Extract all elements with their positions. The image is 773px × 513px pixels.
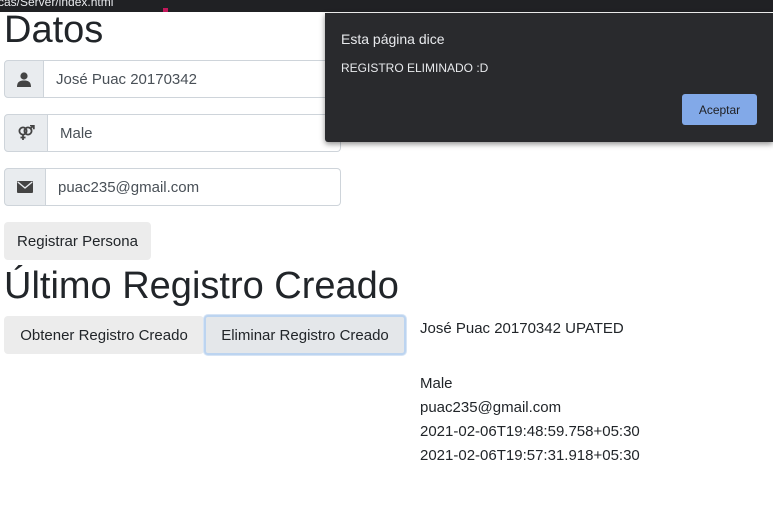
email-field[interactable]: puac235@gmail.com [46,168,341,206]
browser-address-bar: cas/Server/index.html [0,0,773,12]
form-title: Datos [4,9,104,51]
gender-icon [4,114,48,152]
tab-accent [163,8,168,12]
record-email: puac235@gmail.com [420,399,562,416]
name-input-group: José Puac 20170342 [4,60,341,98]
dialog-message: REGISTRO ELIMINADO :D [341,61,489,75]
record-created-at: 2021-02-06T19:48:59.758+05:30 [420,423,640,440]
register-person-button[interactable]: Registrar Persona [4,222,151,260]
record-gender: Male [420,375,453,392]
record-name: José Puac 20170342 UPATED [420,320,624,337]
record-updated-at: 2021-02-06T19:57:31.918+05:30 [420,447,640,464]
dialog-title: Esta página dice [341,31,445,47]
email-input-group: puac235@gmail.com [4,168,341,206]
alert-dialog: Esta página dice REGISTRO ELIMINADO :D A… [325,13,773,142]
user-icon [4,60,44,98]
envelope-icon [4,168,46,206]
gender-field[interactable]: Male [48,114,341,152]
accept-button[interactable]: Aceptar [682,94,757,125]
get-record-button[interactable]: Obtener Registro Creado [4,316,204,354]
delete-record-button[interactable]: Eliminar Registro Creado [204,315,406,355]
name-field[interactable]: José Puac 20170342 [44,60,341,98]
last-record-title: Último Registro Creado [4,265,399,307]
gender-input-group: Male [4,114,341,152]
